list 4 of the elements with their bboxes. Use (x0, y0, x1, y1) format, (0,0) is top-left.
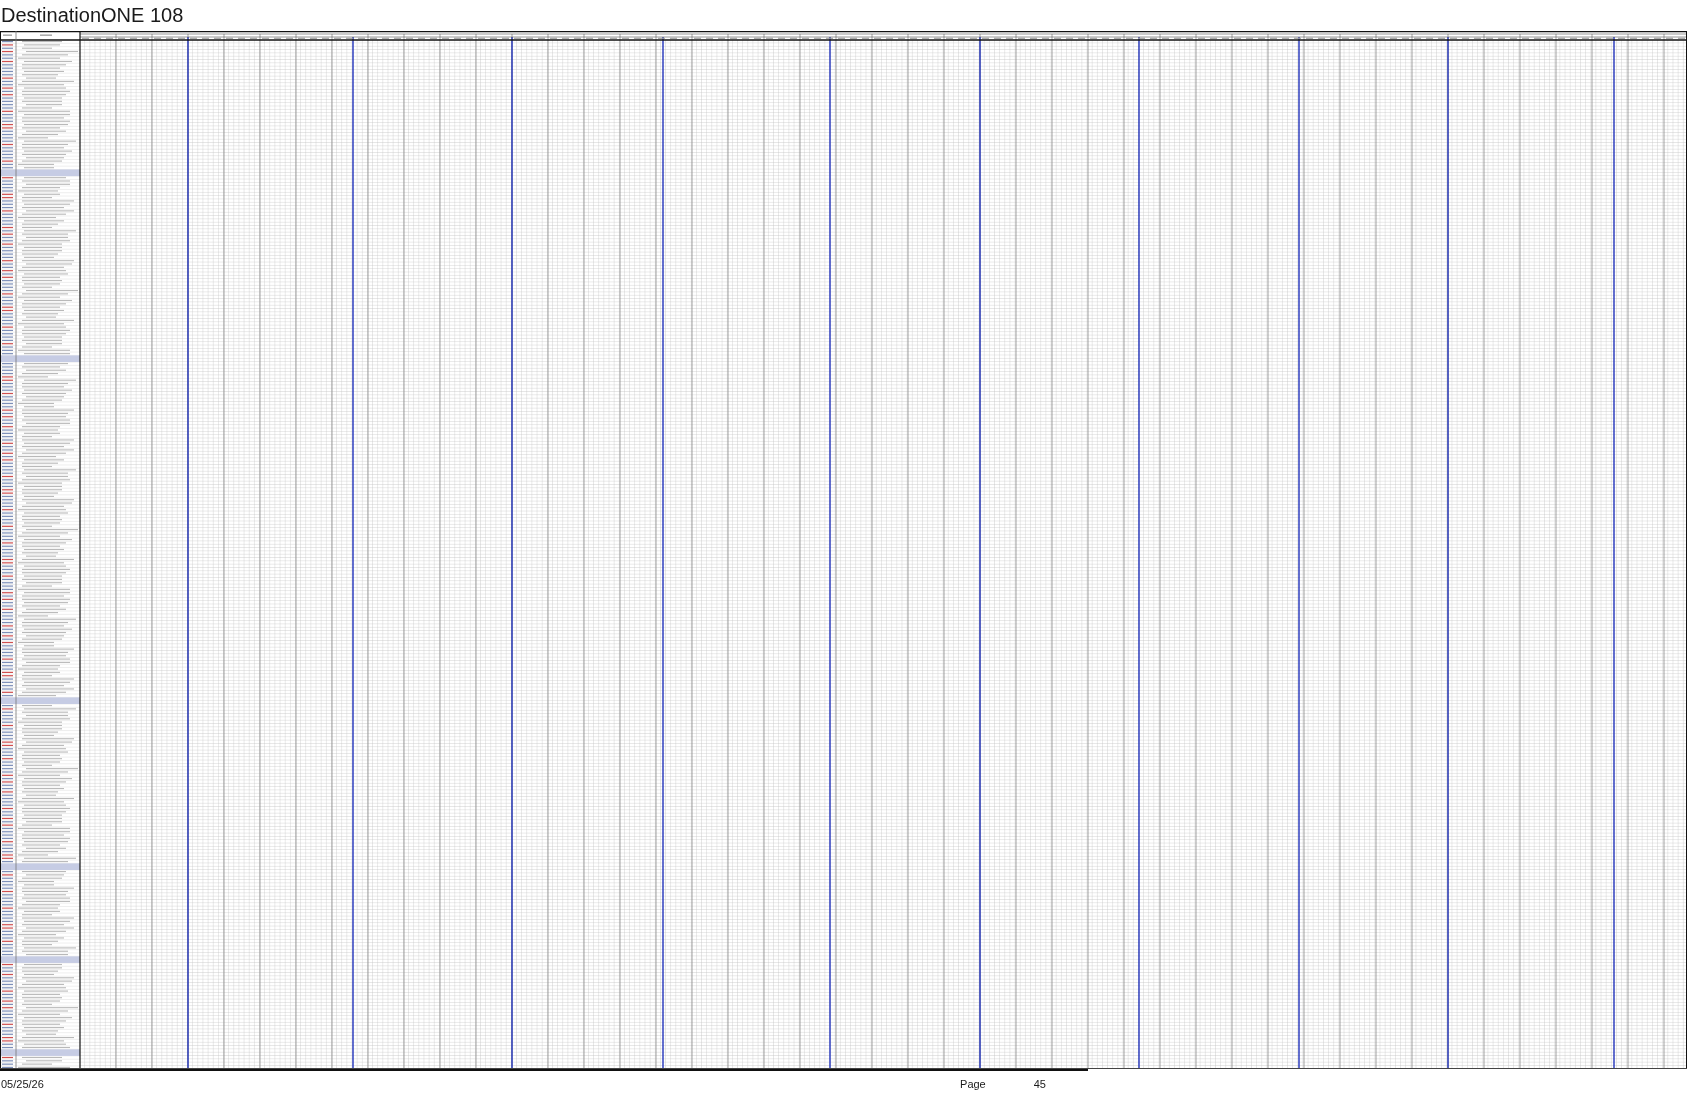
page-label: Page (960, 1077, 986, 1091)
document-title: DestinationONE 108 (0, 3, 184, 28)
print-date: 05/25/26 (0, 1077, 44, 1091)
page-number: 45 (1033, 1077, 1046, 1091)
